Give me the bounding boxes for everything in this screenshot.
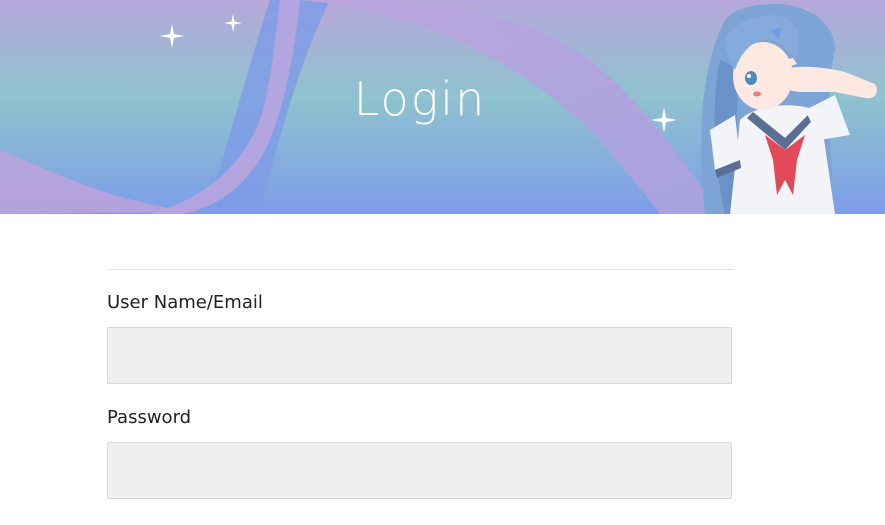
sparkle-icon [224,14,242,32]
login-banner: Login [0,0,885,214]
anime-girl-illustration-icon [701,4,877,214]
password-label: Password [107,407,192,428]
sparkle-icon [160,24,184,48]
username-input[interactable] [107,327,732,384]
username-label: User Name/Email [107,292,263,313]
section-divider [107,269,734,270]
password-input[interactable] [107,442,732,499]
